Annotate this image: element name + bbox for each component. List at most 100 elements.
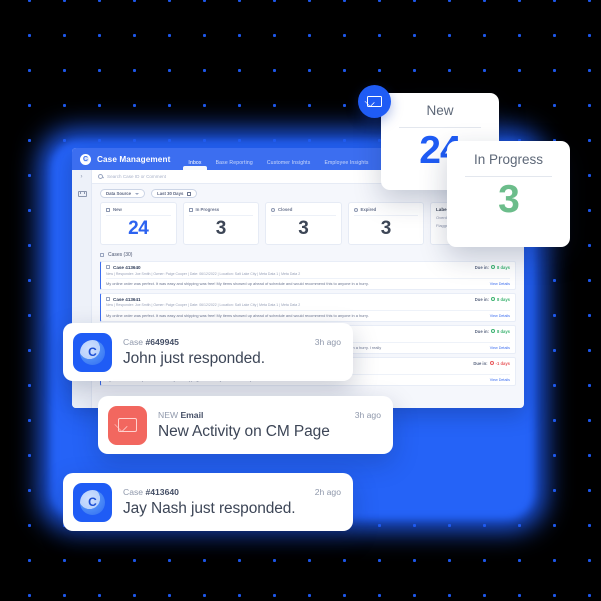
notification-kicker-prefix: NEW: [158, 409, 181, 420]
notification-time: 3h ago: [354, 409, 381, 420]
tab-base-reporting[interactable]: Base Reporting: [216, 160, 253, 170]
stat-card-closed[interactable]: Closed 3: [265, 202, 342, 245]
case-meta: New | Responder: Joe Smith | Owner: Paig…: [106, 271, 301, 276]
stat-card-closed-value: 3: [298, 218, 309, 239]
notification-body: NEW Email 3h ago New Activity on CM Page: [158, 410, 381, 441]
case-logo-icon: C: [73, 482, 112, 522]
case-logo-letter: C: [88, 345, 97, 359]
case-due-label: Due in:: [473, 360, 488, 366]
notification-toast[interactable]: C Case #649945 3h ago John just responde…: [63, 323, 353, 381]
stat-card-new-value: 24: [128, 218, 149, 239]
case-checkbox[interactable]: [106, 297, 110, 302]
case-due-label: Due in:: [474, 328, 489, 334]
stat-card-in-progress-label: In Progress: [195, 207, 220, 212]
clock-icon: [490, 265, 495, 270]
case-due: Due in: 8 days: [475, 329, 510, 334]
case-divider: [106, 309, 510, 311]
table-row[interactable]: Case 413640 Due in: 8 days New | Respond…: [100, 260, 516, 290]
case-due: Due in: -1 days: [473, 361, 510, 366]
sidebar-expand-chevron-icon[interactable]: ›: [81, 174, 83, 180]
stat-card-expired-head: Expired: [353, 207, 418, 216]
tab-employee-insights[interactable]: Employee Insights: [324, 160, 368, 170]
notification-time: 3h ago: [314, 336, 341, 347]
chevron-down-icon: [135, 192, 140, 195]
stat-card-expired-value: 3: [380, 218, 392, 239]
notification-kicker-row: Case #413640 2h ago: [123, 487, 341, 497]
popup-card-in-progress-divider: [465, 176, 552, 177]
envelope-icon: [367, 96, 382, 107]
case-divider: [106, 278, 510, 279]
brand-logo-icon: C: [80, 153, 91, 165]
mail-notification-badge[interactable]: [358, 85, 391, 118]
filter-data-source[interactable]: Data Source: [100, 189, 146, 198]
stat-card-new[interactable]: New 24: [100, 202, 177, 245]
stat-card-closed-head: Closed: [271, 207, 336, 216]
cases-list-header: Cases (30): [92, 245, 524, 261]
clock-icon: [353, 207, 358, 212]
case-id: Case 413641: [113, 296, 141, 302]
stat-card-new-head: New: [106, 207, 171, 216]
case-due-value: 8 days: [496, 296, 510, 302]
table-row[interactable]: Case 413641 Due in: 8 days New | Respond…: [100, 292, 516, 322]
nav-tabs: Inbox Base Reporting Customer Insights E…: [183, 148, 368, 170]
popup-card-in-progress-value: 3: [498, 178, 520, 221]
check-circle-icon: [271, 207, 275, 212]
sidebar-reports-icon[interactable]: [78, 191, 87, 197]
app-title: Case Management: [97, 154, 171, 164]
mail-icon: [106, 207, 110, 212]
case-body: My online order was perfect. It was easy…: [106, 280, 369, 286]
case-due-value: 8 days: [496, 264, 510, 270]
popup-card-in-progress[interactable]: In Progress 3: [447, 141, 570, 247]
calendar-icon: [187, 191, 192, 196]
notification-body: Case #413640 2h ago Jay Nash just respon…: [123, 487, 341, 518]
case-due: Due in: 8 days: [475, 265, 510, 270]
tab-inbox[interactable]: Inbox: [183, 160, 207, 170]
filter-date-range-label: Last 30 Days: [157, 191, 184, 196]
notification-toast[interactable]: C Case #413640 2h ago Jay Nash just resp…: [63, 473, 353, 531]
filter-data-source-label: Data Source: [106, 191, 132, 196]
case-logo-icon: C: [73, 332, 112, 372]
view-details-link[interactable]: View Details: [490, 282, 510, 286]
stat-card-new-label: New: [113, 207, 122, 212]
notification-kicker-row: Case #649945 3h ago: [123, 337, 341, 347]
view-details-link[interactable]: View Details: [490, 346, 510, 350]
search-icon: [98, 174, 103, 179]
notification-kicker-row: NEW Email 3h ago: [158, 410, 381, 420]
notification-kicker-prefix: Case: [123, 486, 146, 497]
case-meta: New | Responder: Joe Smith | Owner: Paig…: [106, 303, 301, 308]
envelope-icon: [108, 405, 147, 445]
popup-card-new-title: New: [426, 103, 454, 118]
notification-kicker: Case #649945: [123, 337, 179, 347]
case-id: Case 413640: [113, 264, 141, 270]
case-logo-glyph: C: [80, 339, 105, 365]
stat-card-in-progress-head: In Progress: [188, 207, 253, 216]
case-logo-glyph: C: [80, 489, 105, 515]
notification-title: New Activity on CM Page: [158, 422, 330, 440]
case-checkbox[interactable]: [106, 265, 110, 270]
stat-card-in-progress[interactable]: In Progress 3: [182, 202, 259, 245]
stat-card-expired-label: Expired: [360, 207, 377, 212]
progress-icon: [188, 207, 193, 212]
notification-kicker-id: Email: [180, 409, 204, 420]
envelope-glyph: [118, 418, 137, 432]
case-body: My online order was perfect. It was easy…: [106, 312, 369, 318]
stat-card-expired[interactable]: Expired 3: [347, 202, 424, 245]
notification-title: Jay Nash just responded.: [123, 499, 296, 517]
stat-card-in-progress-value: 3: [215, 218, 227, 239]
view-details-link[interactable]: View Details: [490, 378, 510, 382]
cases-count-label: Cases (30): [108, 251, 133, 258]
notification-kicker-id: #413640: [145, 486, 179, 497]
notification-toast[interactable]: NEW Email 3h ago New Activity on CM Page: [98, 396, 393, 454]
popup-card-new-divider: [399, 127, 481, 128]
stat-card-closed-label: Closed: [278, 207, 293, 212]
tab-customer-insights[interactable]: Customer Insights: [267, 160, 311, 170]
notification-body: Case #649945 3h ago John just responded.: [123, 337, 341, 368]
select-all-cases-checkbox[interactable]: [100, 252, 104, 257]
search-input-placeholder[interactable]: Search Case ID or Comment: [107, 174, 166, 179]
case-due-value: 8 days: [496, 328, 510, 334]
clock-icon: [490, 329, 495, 334]
clock-icon: [489, 361, 494, 366]
view-details-link[interactable]: View Details: [490, 314, 510, 318]
notification-kicker-id: #649945: [145, 336, 179, 347]
filter-date-range[interactable]: Last 30 Days: [151, 189, 198, 198]
